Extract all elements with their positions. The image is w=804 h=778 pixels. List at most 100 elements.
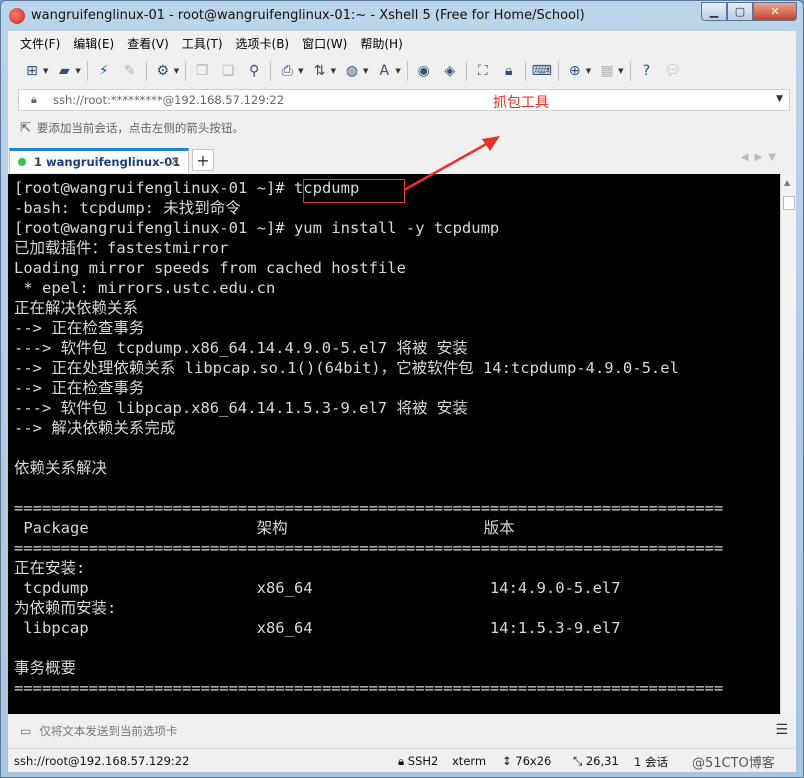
terminal-line: ---> 软件包 tcpdump.x86_64.14.4.9.0-5.el7 将…: [14, 339, 468, 357]
scroll-thumb[interactable]: [783, 196, 795, 210]
client-area: 文件(F) 编辑(E) 查看(V) 工具(T) 选项卡(B) 窗口(W) 帮助(…: [8, 31, 796, 772]
new-session-icon[interactable]: ⊞: [22, 61, 42, 81]
keyboard-icon[interactable]: ⌨: [532, 61, 552, 81]
toolbar-divider: [629, 61, 631, 81]
add-tab-icon[interactable]: ⊕: [565, 61, 585, 81]
terminal-line: ========================================…: [14, 499, 724, 517]
transfer-icon[interactable]: ⇅: [310, 61, 330, 81]
session-hint-bar: ⇱ 要添加当前会话，点击左侧的箭头按钮。: [8, 115, 796, 141]
highlight-box: [303, 179, 405, 203]
terminal-line: [root@wangruifenglinux-01 ~]# yum instal…: [14, 219, 500, 237]
status-cursor: ⤡ 26,31: [573, 754, 619, 768]
lock-icon: 🔒︎: [31, 93, 37, 106]
terminal-line: --> 解决依赖关系完成: [14, 419, 176, 437]
compose-bar[interactable]: ▭ 仅将文本发送到当前选项卡 ☰: [8, 716, 796, 746]
status-connection: ssh://root@192.168.57.129:22: [14, 754, 190, 768]
chevron-down-icon[interactable]: ▼: [618, 67, 623, 75]
xshell-app-icon[interactable]: [9, 8, 25, 24]
connected-status-icon: [18, 158, 26, 166]
chevron-down-icon[interactable]: ▼: [331, 67, 336, 75]
status-protocol-text: SSH2: [407, 754, 439, 768]
toolbar: ⊞ ▼ ▰ ▼ ⚡ ✎ ⚙ ▼ ❐ ❏ ⚲ ⎙ ▼ ⇅ ▼ ◍ ▼ A ▼ ◉ ◈ ⛶ 🔒︎ …: [8, 56, 796, 86]
terminal-line: 正在解决依赖关系: [14, 299, 139, 317]
minimize-button[interactable]: ▁: [701, 2, 727, 21]
tab-nav-arrows[interactable]: ◀▶▼: [741, 152, 782, 163]
maximize-button[interactable]: ▢: [727, 2, 753, 21]
chevron-down-icon[interactable]: ▼: [776, 94, 783, 104]
close-button[interactable]: ✕: [753, 2, 797, 21]
chevron-down-icon[interactable]: ▼: [395, 67, 400, 75]
compose-icon[interactable]: ▭: [20, 724, 31, 738]
tab-close-icon[interactable]: ×: [170, 154, 180, 168]
status-sessions: 1 会话: [634, 755, 668, 769]
lock-icon[interactable]: 🔒︎: [499, 61, 519, 81]
scroll-up-icon[interactable]: ▲: [784, 178, 790, 187]
tab-session[interactable]: 1 wangruifenglinux-01 ×: [9, 148, 189, 173]
script-icon[interactable]: ◈: [440, 61, 460, 81]
print-icon[interactable]: ⎙: [277, 61, 297, 81]
xftp-icon[interactable]: ◉: [414, 61, 434, 81]
properties-icon[interactable]: ⚙: [153, 61, 173, 81]
toolbar-divider: [270, 61, 272, 81]
terminal-line: --> 正在处理依赖关系 libpcap.so.1()(64bit)，它被软件包…: [14, 359, 679, 377]
add-tab-button[interactable]: +: [192, 149, 214, 171]
toolbar-divider: [145, 61, 147, 81]
chat-icon[interactable]: 💬︎: [663, 61, 683, 81]
menu-window[interactable]: 窗口(W): [302, 35, 347, 52]
menu-tab[interactable]: 选项卡(B): [236, 35, 290, 52]
chevron-down-icon[interactable]: ▼: [298, 67, 303, 75]
paste-icon[interactable]: ❏: [218, 61, 238, 81]
tab-label[interactable]: 1 wangruifenglinux-01: [34, 155, 180, 169]
status-terminal: xterm: [452, 754, 487, 768]
font-icon[interactable]: A: [374, 61, 394, 81]
title-bar[interactable]: wangruifenglinux-01 - root@wangruifengli…: [1, 1, 803, 31]
chevron-down-icon[interactable]: ▼: [586, 67, 591, 75]
status-protocol: 🔒︎ SSH2: [398, 754, 439, 768]
chevron-down-icon[interactable]: ▼: [75, 67, 80, 75]
terminal-line: 依赖关系解决: [14, 459, 108, 477]
tab-bar: 1 wangruifenglinux-01 × + ◀▶▼: [8, 147, 796, 173]
chevron-down-icon[interactable]: ▼: [363, 67, 368, 75]
terminal-line: 为依赖而安装:: [14, 599, 117, 617]
address-bar[interactable]: 🔒︎ ssh://root:*********@192.168.57.129:2…: [18, 89, 790, 111]
terminal-line: 正在安装:: [14, 559, 86, 577]
fullscreen-icon[interactable]: ⛶: [473, 61, 493, 81]
hint-text: 要添加当前会话，点击左侧的箭头按钮。: [36, 121, 244, 135]
terminal-output: [root@wangruifenglinux-01 ~]# tcpdump -ba…: [14, 178, 723, 698]
compose-text: 仅将文本发送到当前选项卡: [39, 724, 178, 738]
terminal-line: --> 正在检查事务: [14, 379, 145, 397]
address-text[interactable]: ssh://root:*********@192.168.57.129:22: [53, 93, 284, 107]
menu-tools[interactable]: 工具(T): [182, 35, 223, 52]
terminal[interactable]: [root@wangruifenglinux-01 ~]# tcpdump -ba…: [8, 174, 780, 714]
terminal-line: 事务概要: [14, 659, 77, 677]
search-icon[interactable]: ⚲: [244, 61, 264, 81]
toolbar-divider: [406, 61, 408, 81]
terminal-line: * epel: mirrors.ustc.edu.cn: [14, 279, 276, 297]
arrow-session-icon[interactable]: ⇱: [20, 121, 31, 136]
chevron-down-icon[interactable]: ▼: [43, 67, 48, 75]
copy-icon[interactable]: ❐: [192, 61, 212, 81]
menu-file[interactable]: 文件(F): [20, 35, 60, 52]
terminal-line: ========================================…: [14, 539, 724, 557]
chevron-down-icon[interactable]: ▼: [174, 67, 179, 75]
status-size: ↕ 76x26: [502, 754, 552, 768]
toolbar-divider: [86, 61, 88, 81]
globe-icon[interactable]: ◍: [342, 61, 362, 81]
menu-bar: 文件(F) 编辑(E) 查看(V) 工具(T) 选项卡(B) 窗口(W) 帮助(…: [8, 31, 796, 55]
terminal-scrollbar[interactable]: ▲: [780, 174, 796, 714]
help-icon[interactable]: ?: [637, 61, 657, 81]
terminal-line: Loading mirror speeds from cached hostfi…: [14, 259, 406, 277]
reconnect-icon[interactable]: ⚡: [94, 61, 114, 81]
watermark: @51CTO博客: [692, 756, 775, 771]
menu-edit[interactable]: 编辑(E): [73, 35, 114, 52]
status-bar: ssh://root@192.168.57.129:22 🔒︎ SSH2 xte…: [8, 748, 796, 772]
toolbar-divider: [465, 61, 467, 81]
hamburger-menu-icon[interactable]: ☰: [775, 722, 788, 738]
layout-icon[interactable]: ▦: [597, 61, 617, 81]
open-folder-icon[interactable]: ▰: [54, 61, 74, 81]
disconnect-icon[interactable]: ✎: [120, 61, 140, 81]
menu-view[interactable]: 查看(V): [127, 35, 169, 52]
terminal-line: Package 架构 版本: [14, 519, 515, 537]
menu-help[interactable]: 帮助(H): [360, 35, 402, 52]
